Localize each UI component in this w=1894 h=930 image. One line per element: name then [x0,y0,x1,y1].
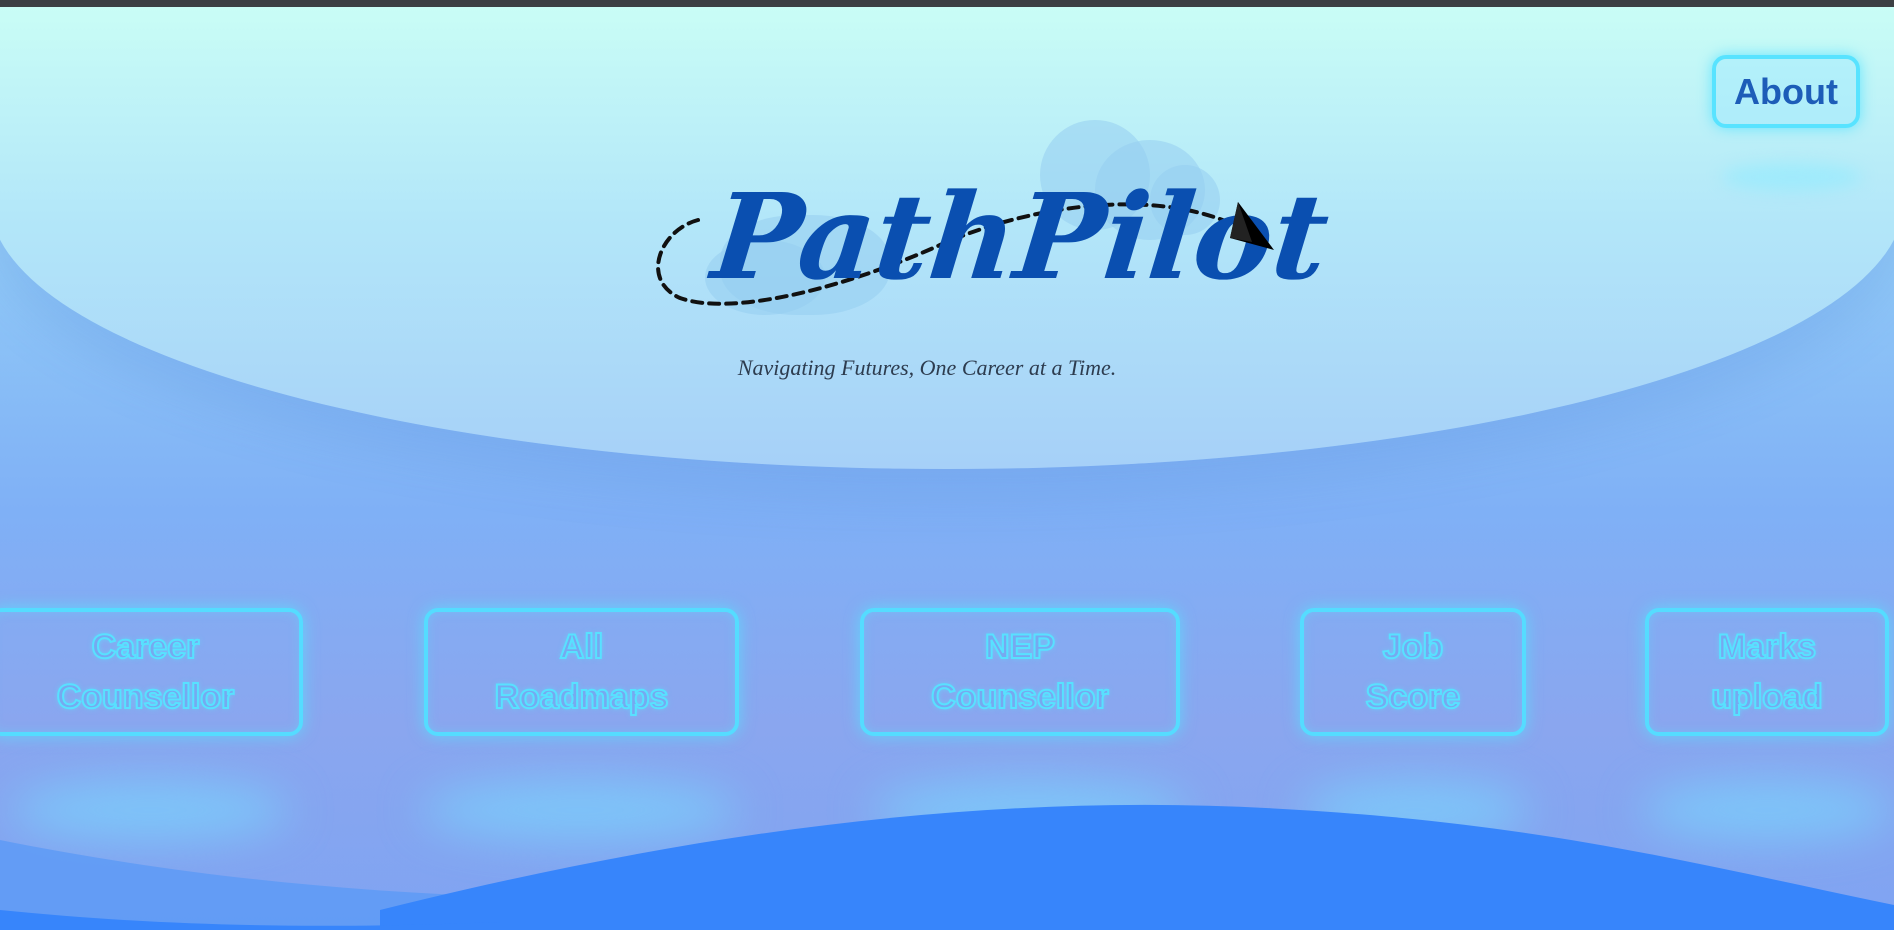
marks-upload-button[interactable]: Marks upload [1645,608,1889,736]
top-bar [0,0,1894,7]
nav-label-line1: Job [1382,627,1444,667]
about-button[interactable]: About [1712,55,1860,128]
nav-label-line2: upload [1710,677,1823,717]
nav-label-line1: All [559,627,604,667]
nav-label-line2: Counsellor [930,677,1110,717]
nav-label-line1: NEP [984,627,1056,667]
nav-label-line2: Counsellor [56,677,236,717]
job-score-button[interactable]: Job Score [1300,608,1526,736]
career-counsellor-button[interactable]: Career Counsellor [0,608,303,736]
pathpilot-logo: PathPilot [656,167,1335,306]
all-roadmaps-button[interactable]: All Roadmaps [424,608,739,736]
nav-label-line2: Roadmaps [494,677,670,717]
tagline: Navigating Futures, One Career at a Time… [737,355,1117,380]
nav-label-line1: Marks [1717,627,1817,667]
bottom-waves [0,804,1894,930]
nep-counsellor-button[interactable]: NEP Counsellor [860,608,1180,736]
about-button-glow [1722,163,1862,191]
nav-label-line1: Career [91,627,201,667]
nav-label-line2: Score [1365,677,1461,717]
